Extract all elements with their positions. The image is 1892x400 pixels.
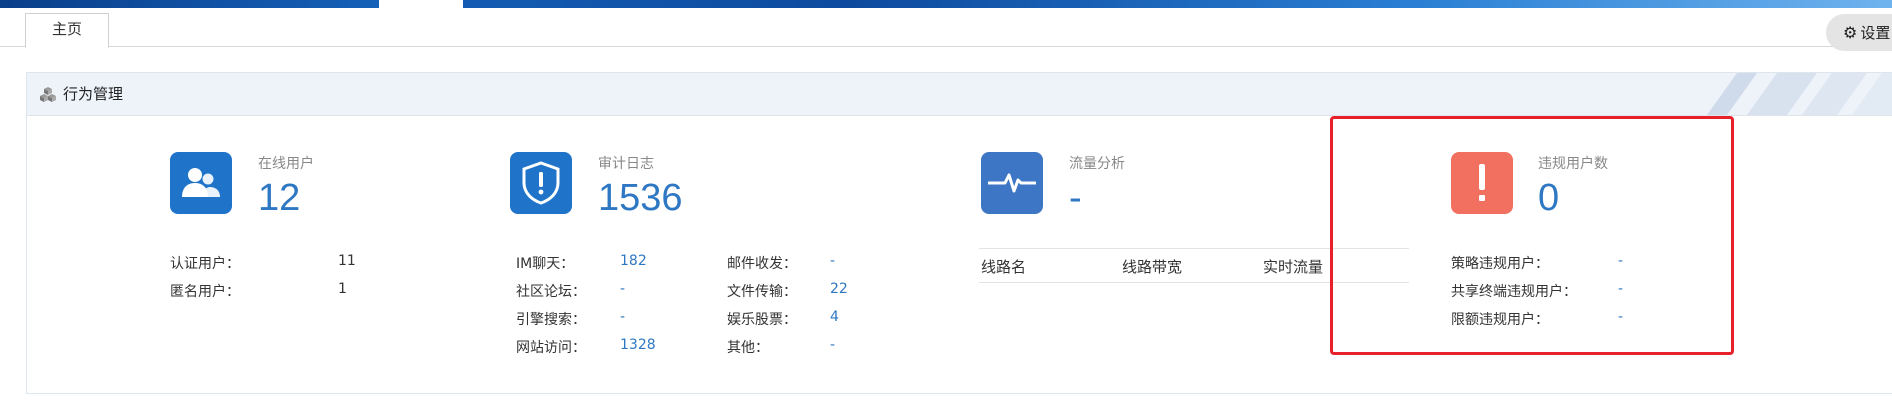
settings-button[interactable]: ⚙ 设置 [1826,14,1892,51]
tab-home[interactable]: 主页 [25,13,109,48]
audit-mail-value[interactable]: - [830,253,835,269]
traffic-label: 流量分析 [1069,156,1125,172]
online-users-label: 在线用户 [258,156,314,172]
audit-log-label: 审计日志 [598,156,654,172]
audit-search-key: 引擎搜索： [516,312,586,328]
auth-users-value: 11 [338,253,356,269]
shield-alert-icon [510,152,572,214]
audit-log-count: 1536 [598,177,683,219]
audit-forum-value[interactable]: - [620,281,625,297]
audit-entertain-key: 娱乐股票： [727,312,797,328]
traffic-col-realtime: 实时流量 [1263,258,1324,276]
header-stripes-decoration [1707,73,1892,115]
tab-bar: 主页 [0,8,1892,48]
top-banner [0,0,1892,8]
audit-web-key: 网站访问： [516,340,586,356]
audit-file-value[interactable]: 22 [830,281,848,297]
audit-entertain-value[interactable]: 4 [830,309,839,325]
auth-users-key: 认证用户： [170,256,240,272]
audit-forum-key: 社区论坛： [516,284,586,300]
users-icon [170,152,232,214]
audit-mail-key: 邮件收发： [727,256,797,272]
gear-icon: ⚙ [1843,23,1858,42]
violations-highlight-box [1330,116,1734,355]
pulse-icon [981,152,1043,214]
anon-users-value: 1 [338,281,347,297]
traffic-col-line-name: 线路名 [981,258,1027,276]
online-users-count: 12 [258,177,301,219]
settings-label: 设置 [1860,24,1891,42]
audit-other-key: 其他： [727,340,769,356]
panel-header: 行为管理 [27,73,1892,116]
audit-other-value[interactable]: - [830,337,835,353]
traffic-col-bandwidth: 线路带宽 [1122,258,1183,276]
audit-im-value[interactable]: 182 [620,253,647,269]
cubes-icon [40,87,56,102]
top-banner-gap [379,0,463,8]
anon-users-key: 匿名用户： [170,284,240,300]
audit-im-key: IM聊天： [516,256,575,272]
panel-title: 行为管理 [63,85,124,103]
audit-file-key: 文件传输： [727,284,797,300]
audit-web-value[interactable]: 1328 [620,337,656,353]
audit-search-value[interactable]: - [620,309,625,325]
traffic-value: - [1069,177,1082,219]
